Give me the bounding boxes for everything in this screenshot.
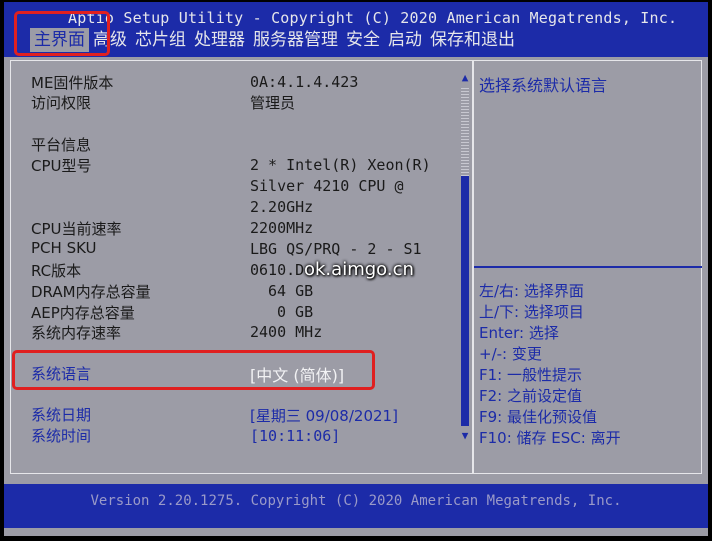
highlight-main-tab bbox=[14, 11, 110, 56]
help-key-left-right: 左/右: 选择界面 bbox=[479, 282, 584, 300]
help-key-f9: F9: 最佳化预设值 bbox=[479, 408, 597, 426]
help-description: 选择系统默认语言 bbox=[479, 76, 608, 95]
cpu-model-value-line2: Silver 4210 CPU @ bbox=[250, 177, 404, 195]
cpu-speed-label: CPU当前速率 bbox=[31, 220, 122, 238]
rc-version-value: 0610.D bbox=[250, 261, 305, 279]
cpu-speed-value: 2200MHz bbox=[250, 219, 314, 237]
aep-total-value: 0 GB bbox=[277, 303, 314, 321]
cpu-model-value-line3: 2.20GHz bbox=[250, 198, 314, 216]
access-level-label: 访问权限 bbox=[31, 94, 92, 112]
tab-chipset[interactable]: 芯片组 bbox=[131, 28, 190, 52]
bios-screen: Aptio Setup Utility - Copyright (C) 2020… bbox=[4, 2, 708, 536]
watermark-text: ok.aimgo.cn bbox=[304, 259, 414, 280]
cpu-model-value-line1: 2 * Intel(R) Xeon(R) bbox=[250, 156, 431, 174]
system-time-value[interactable]: [10:11:06] bbox=[250, 427, 340, 445]
me-firmware-label: ME固件版本 bbox=[31, 74, 114, 92]
tab-processor[interactable]: 处理器 bbox=[190, 28, 249, 52]
access-level-value: 管理员 bbox=[250, 94, 296, 112]
help-key-up-down: 上/下: 选择项目 bbox=[479, 303, 584, 321]
help-key-f10-esc: F10: 储存 ESC: 离开 bbox=[479, 429, 621, 447]
tab-server-management[interactable]: 服务器管理 bbox=[249, 28, 342, 52]
me-firmware-value: 0A:4.1.4.423 bbox=[250, 73, 359, 91]
pch-sku-label: PCH SKU bbox=[31, 239, 97, 257]
help-key-f2: F2: 之前设定值 bbox=[479, 387, 582, 405]
highlight-language-row bbox=[12, 350, 375, 390]
tab-security[interactable]: 安全 bbox=[342, 28, 384, 52]
platform-info-heading: 平台信息 bbox=[31, 136, 92, 154]
scrollbar[interactable]: ▲ ▼ bbox=[459, 72, 471, 442]
help-key-plus-minus: +/-: 变更 bbox=[479, 345, 542, 363]
scroll-down-arrow-icon[interactable]: ▼ bbox=[459, 430, 471, 442]
help-key-enter: Enter: 选择 bbox=[479, 324, 559, 342]
tab-save-exit[interactable]: 保存和退出 bbox=[426, 28, 519, 52]
version-text: Version 2.20.1275. Copyright (C) 2020 Am… bbox=[90, 493, 622, 509]
memory-speed-value: 2400 MHz bbox=[250, 323, 323, 341]
help-divider bbox=[474, 266, 702, 268]
system-date-value[interactable]: [星期三 09/08/2021] bbox=[250, 405, 398, 426]
help-key-f1: F1: 一般性提示 bbox=[479, 366, 582, 384]
utility-title: Aptio Setup Utility - Copyright (C) 2020… bbox=[68, 9, 678, 27]
system-date-label[interactable]: 系统日期 bbox=[31, 404, 91, 425]
footer-bar: Version 2.20.1275. Copyright (C) 2020 Am… bbox=[4, 484, 708, 528]
rc-version-label: RC版本 bbox=[31, 262, 82, 280]
scroll-thumb[interactable] bbox=[461, 176, 469, 426]
scroll-up-arrow-icon[interactable]: ▲ bbox=[459, 72, 471, 84]
dram-total-value: 64 GB bbox=[268, 282, 314, 300]
scroll-track[interactable] bbox=[461, 88, 469, 176]
tab-boot[interactable]: 启动 bbox=[384, 28, 426, 52]
dram-total-label: DRAM内存总容量 bbox=[31, 283, 151, 301]
memory-speed-label: 系统内存速率 bbox=[31, 324, 122, 342]
system-time-label[interactable]: 系统时间 bbox=[31, 425, 91, 446]
aep-total-label: AEP内存总容量 bbox=[31, 304, 135, 322]
cpu-model-label: CPU型号 bbox=[31, 157, 92, 175]
pch-sku-value: LBG QS/PRQ - 2 - S1 bbox=[250, 240, 422, 258]
